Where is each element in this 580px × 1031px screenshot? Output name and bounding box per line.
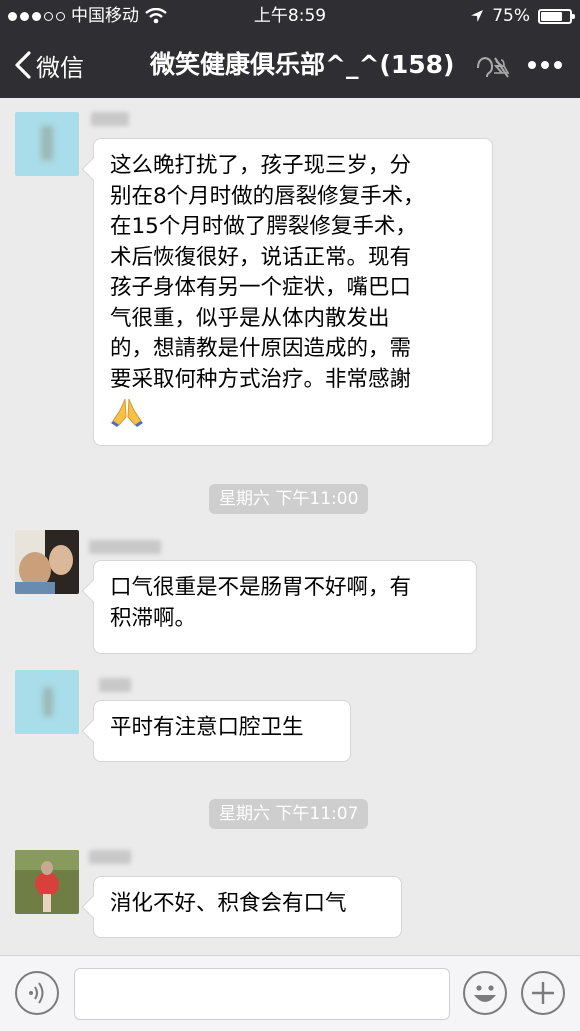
mute-icon <box>477 56 510 78</box>
nav-bar: 微信 微笑健康俱乐部^_^(158) <box>0 32 580 98</box>
sender-name-blurred <box>89 540 161 554</box>
chat-title: 微笑健康俱乐部^_^(158) <box>150 50 455 79</box>
emoji-icon <box>474 985 496 1002</box>
input-bar <box>0 955 580 1031</box>
battery-percent: 75% <box>492 6 530 26</box>
sender-name-blurred <box>89 850 131 864</box>
avatar[interactable] <box>15 670 79 734</box>
avatar-photo <box>15 530 79 594</box>
message-text: 口气很重是不是肠胃不好啊，有 积滞啊。 <box>110 575 412 631</box>
timestamp: 星期六 下午11:00 <box>209 484 369 514</box>
avatar[interactable] <box>15 530 79 594</box>
sender-name-blurred <box>99 678 131 692</box>
battery-icon <box>538 8 575 24</box>
status-bar: 中国移动 上午8:59 75% <box>0 0 580 32</box>
emoji-button[interactable] <box>463 971 507 1015</box>
message-bubble[interactable]: 消化不好、积食会有口气 <box>93 876 402 938</box>
location-arrow-icon <box>471 10 484 22</box>
voice-icon <box>29 982 44 1004</box>
chat-area[interactable]: 这么晚打扰了，孩子现三岁，分 别在8个月时做的唇裂修复手术， 在15个月时做了腭… <box>0 98 580 954</box>
back-label: 微信 <box>36 53 84 82</box>
more-icon <box>528 61 536 69</box>
message-text: 消化不好、积食会有口气 <box>110 891 347 916</box>
back-button[interactable]: 微信 <box>14 32 84 98</box>
voice-button[interactable] <box>15 971 59 1015</box>
message-input[interactable] <box>74 968 450 1020</box>
timestamp: 星期六 下午11:07 <box>209 799 369 829</box>
chevron-left-icon <box>15 51 31 79</box>
avatar-photo <box>15 850 79 914</box>
message-text: 这么晚打扰了，孩子现三岁，分 别在8个月时做的唇裂修复手术， 在15个月时做了腭… <box>110 153 425 392</box>
more-button[interactable] <box>528 32 562 98</box>
avatar[interactable] <box>15 850 79 914</box>
add-button[interactable] <box>521 971 565 1015</box>
pray-emoji <box>111 398 143 427</box>
message-bubble[interactable]: 平时有注意口腔卫生 <box>93 700 351 762</box>
message-text: 平时有注意口腔卫生 <box>110 715 304 740</box>
top-bar: 中国移动 上午8:59 75% 微信 微笑健康俱乐部^_^(158) <box>0 0 580 98</box>
avatar[interactable] <box>15 112 79 176</box>
add-icon <box>532 982 554 1004</box>
message-bubble[interactable]: 口气很重是不是肠胃不好啊，有 积滞啊。 <box>93 560 477 654</box>
message-bubble[interactable]: 这么晚打扰了，孩子现三岁，分 别在8个月时做的唇裂修复手术， 在15个月时做了腭… <box>93 138 493 446</box>
sender-name-blurred <box>91 112 129 126</box>
